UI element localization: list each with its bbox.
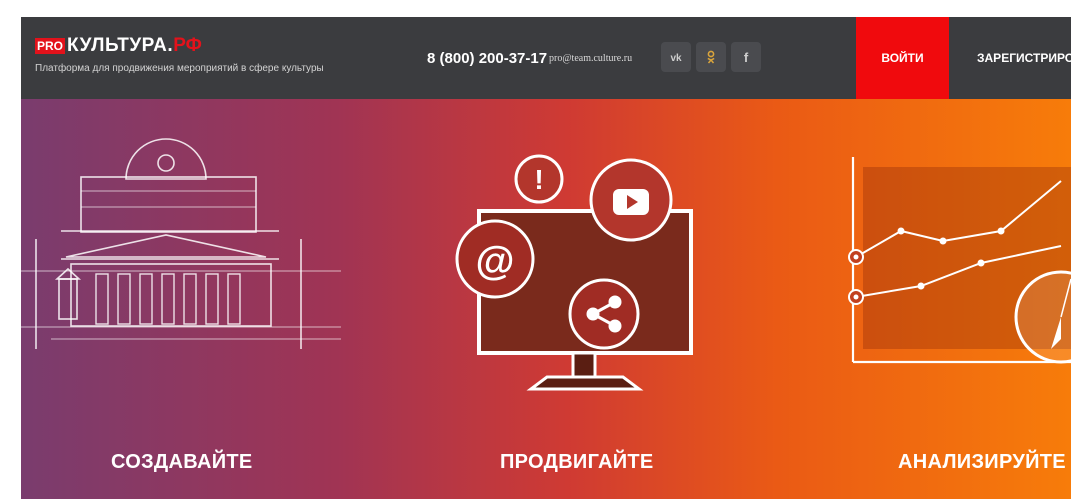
hero-caption-analyze: АНАЛИЗИРУЙТЕ bbox=[898, 451, 1066, 473]
theater-building-icon bbox=[21, 138, 341, 349]
odnoklassniki-icon[interactable] bbox=[696, 42, 726, 72]
hero-caption-create: СОЗДАВАЙТЕ bbox=[111, 451, 253, 473]
hero-banner: ! @ СОЗДАВАЙТЕ ПРОДВИГАЙТЕ АНАЛИЗИРУЙТЕ bbox=[21, 99, 1071, 499]
monitor-promotion-icon: ! @ bbox=[455, 154, 693, 391]
hero-caption-promote: ПРОДВИГАЙТЕ bbox=[500, 451, 654, 473]
facebook-icon[interactable]: f bbox=[731, 42, 761, 72]
site-logo[interactable]: PRO КУЛЬТУРА. РФ bbox=[35, 35, 202, 57]
svg-text:@: @ bbox=[475, 239, 514, 283]
phone-number[interactable]: 8 (800) 200-37-17 bbox=[427, 50, 547, 67]
login-button[interactable]: ВОЙТИ bbox=[856, 17, 949, 99]
email-link[interactable]: pro@team.culture.ru bbox=[549, 53, 632, 64]
site-header: PRO КУЛЬТУРА. РФ Платформа для продвижен… bbox=[21, 17, 1071, 99]
svg-text:!: ! bbox=[534, 164, 543, 195]
logo-rf: РФ bbox=[173, 35, 202, 56]
register-button[interactable]: ЗАРЕГИСТРИРОВАТЬСЯ bbox=[949, 17, 1071, 99]
analytics-chart-icon bbox=[848, 157, 1071, 364]
vk-icon[interactable]: vk bbox=[661, 42, 691, 72]
logo-name: КУЛЬТУРА. bbox=[67, 35, 174, 56]
tagline: Платформа для продвижения мероприятий в … bbox=[35, 63, 324, 74]
logo-pro-badge: PRO bbox=[35, 38, 66, 54]
svg-text:f: f bbox=[744, 50, 749, 65]
svg-text:vk: vk bbox=[670, 53, 682, 64]
hero-illustrations: ! @ bbox=[21, 138, 1071, 391]
page-frame: PRO КУЛЬТУРА. РФ Платформа для продвижен… bbox=[21, 17, 1071, 499]
